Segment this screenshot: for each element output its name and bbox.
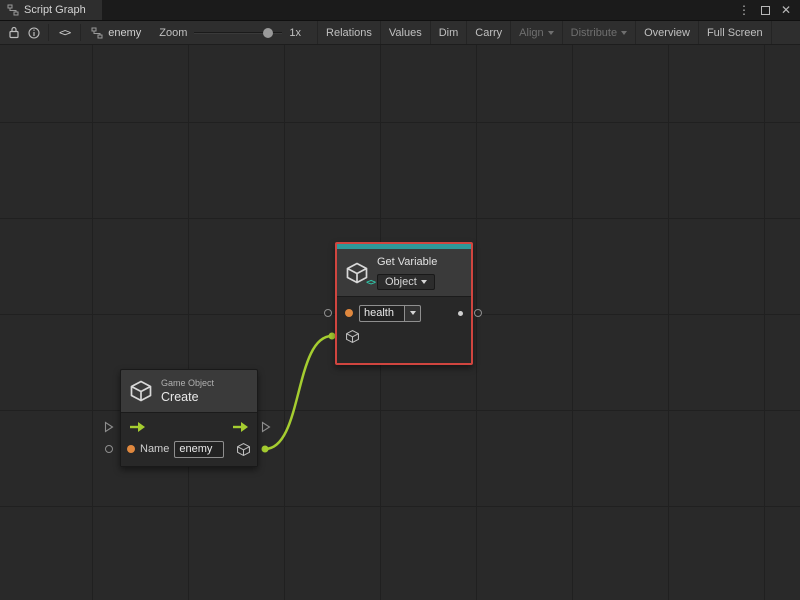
flow-output-triangle-icon[interactable]	[261, 421, 271, 433]
graph-name: enemy	[108, 27, 141, 39]
lock-icon[interactable]	[8, 26, 20, 39]
create-name-port-indicator[interactable]	[105, 445, 113, 453]
game-object-cube-icon	[129, 379, 153, 403]
node-title: Create	[161, 390, 214, 404]
node-body: Name	[121, 412, 257, 466]
overview-button[interactable]: Overview	[635, 21, 698, 44]
values-button[interactable]: Values	[380, 21, 430, 44]
graph-canvas[interactable]: <> Get Variable Object	[0, 45, 800, 600]
close-icon[interactable]: ✕	[781, 4, 791, 16]
tab-label: Script Graph	[24, 4, 86, 16]
graph-tab-icon	[7, 4, 19, 16]
zoom-value: 1x	[289, 27, 301, 39]
toolbar-buttons: Relations Values Dim Carry Align Distrib…	[317, 21, 800, 44]
value-output-port[interactable]	[458, 311, 463, 316]
titlebar: Script Graph ⋮ ✕	[0, 0, 800, 21]
menu-icon[interactable]: ⋮	[738, 4, 750, 16]
flow-output-port-icon[interactable]	[232, 421, 249, 433]
node-body	[337, 296, 471, 363]
variable-kind-dropdown[interactable]: Object	[377, 274, 435, 290]
code-badge-icon: <>	[365, 279, 376, 288]
name-input[interactable]	[174, 441, 224, 458]
chevron-down-icon	[621, 31, 627, 35]
align-button[interactable]: Align	[510, 21, 561, 44]
script-graph-window: Script Graph ⋮ ✕ <>	[0, 0, 800, 600]
zoom-slider-handle[interactable]	[263, 28, 273, 38]
get-variable-left-port-indicator[interactable]	[324, 309, 332, 317]
graph-breadcrumb[interactable]: enemy	[81, 21, 151, 44]
node-title: Get Variable	[377, 256, 437, 268]
node-header[interactable]: <> Get Variable Object	[337, 249, 471, 296]
graph-toolbar: <> enemy Zoom 1x Relations Values Dim Ca…	[0, 21, 800, 45]
object-input-port-cube-icon[interactable]	[345, 329, 360, 344]
zoom-label: Zoom	[159, 27, 187, 39]
node-header[interactable]: Game Object Create	[121, 370, 257, 412]
distribute-button[interactable]: Distribute	[562, 21, 635, 44]
node-category: Game Object	[161, 378, 214, 388]
tab-script-graph[interactable]: Script Graph	[0, 0, 102, 20]
node-game-object-create[interactable]: Game Object Create Name	[120, 369, 258, 467]
zoom-slider[interactable]	[194, 26, 282, 40]
param-label: Name	[140, 443, 169, 455]
code-view-icon[interactable]: <>	[49, 21, 80, 44]
name-input-port[interactable]	[127, 445, 135, 453]
flow-input-port-icon[interactable]	[129, 421, 146, 433]
variable-name-input[interactable]	[359, 305, 405, 322]
maximize-icon[interactable]	[761, 6, 770, 15]
variable-cube-icon: <>	[345, 261, 369, 285]
game-object-output-port-cube-icon[interactable]	[236, 442, 251, 457]
chevron-down-icon	[548, 31, 554, 35]
get-variable-right-port-indicator[interactable]	[474, 309, 482, 317]
name-input-port[interactable]	[345, 309, 353, 317]
variable-name-dropdown[interactable]	[405, 305, 421, 322]
relations-button[interactable]: Relations	[317, 21, 380, 44]
info-icon[interactable]	[28, 27, 40, 39]
chevron-down-icon	[410, 311, 416, 315]
node-get-variable[interactable]: <> Get Variable Object	[335, 242, 473, 365]
zoom-control: Zoom 1x	[151, 21, 309, 44]
window-controls: ⋮ ✕	[738, 0, 800, 20]
script-graph-asset-icon	[91, 27, 103, 39]
chevron-down-icon	[421, 280, 427, 284]
dim-button[interactable]: Dim	[430, 21, 467, 44]
flow-input-triangle-icon[interactable]	[104, 421, 114, 433]
carry-button[interactable]: Carry	[466, 21, 510, 44]
fullscreen-button[interactable]: Full Screen	[698, 21, 772, 44]
